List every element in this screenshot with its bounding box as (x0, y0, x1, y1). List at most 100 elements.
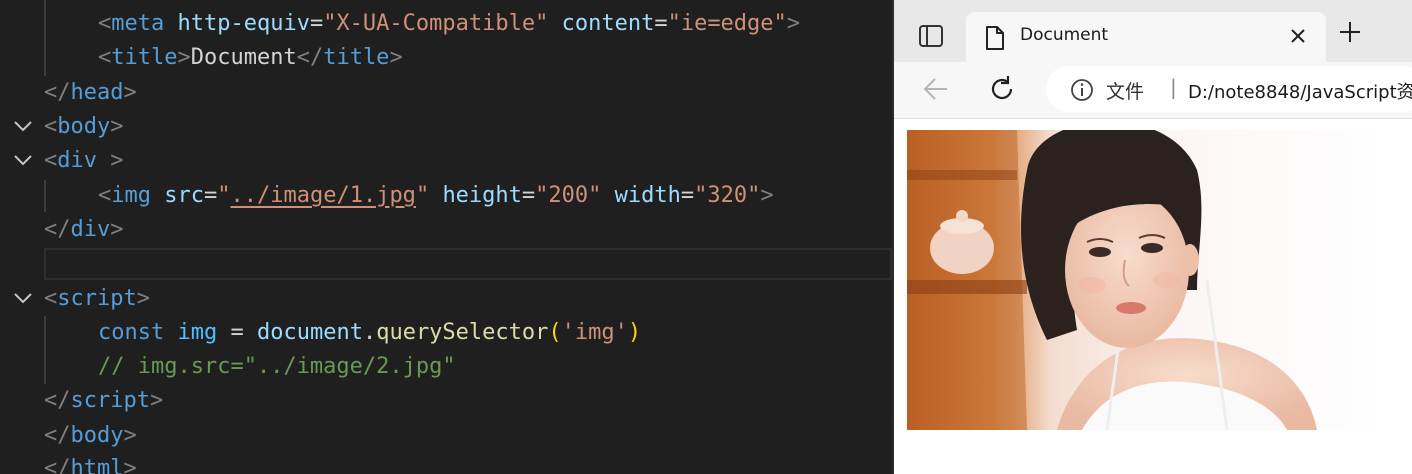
operator: = (230, 320, 244, 345)
punct: </ (44, 456, 71, 474)
punct: </ (44, 388, 71, 413)
tag-name: body (57, 114, 111, 139)
tab-strip: Document (894, 0, 1412, 62)
punct: < (44, 114, 58, 139)
attr-value: "320" (694, 183, 761, 208)
code-line[interactable]: <div > (0, 144, 892, 178)
attr-name: src (164, 183, 204, 208)
tag-name: html (70, 456, 124, 474)
tab-actions-icon[interactable] (908, 16, 952, 56)
punct: > (177, 45, 191, 70)
chevron-down-icon[interactable] (12, 282, 34, 316)
punct: </ (44, 423, 71, 448)
attr-name: height (442, 183, 522, 208)
punct: < (44, 286, 58, 311)
keyword: const (98, 320, 165, 345)
code-line[interactable]: const img = document.querySelector('img'… (0, 316, 892, 350)
tag-name: title (323, 45, 390, 70)
punct: > (97, 148, 124, 173)
back-arrow-icon[interactable] (922, 76, 950, 106)
code-line[interactable]: <img src="../image/1.jpg" height="200" w… (0, 179, 892, 213)
code-line[interactable]: // img.src="../image/2.jpg" (0, 350, 892, 384)
tag-name: img (111, 183, 151, 208)
code-line[interactable]: </html> (0, 452, 892, 474)
tag-name: div (57, 148, 97, 173)
punct: < (44, 148, 58, 173)
punct: < (98, 183, 112, 208)
punct: = (680, 183, 695, 208)
paren: ( (548, 320, 562, 345)
current-line-highlight (44, 248, 892, 280)
tag-name: meta (111, 11, 165, 36)
code-line[interactable]: <meta http-equiv="X-UA-Compatible" conte… (0, 7, 892, 41)
punct: > (760, 183, 774, 208)
chevron-down-icon[interactable] (12, 110, 34, 144)
close-icon[interactable] (1288, 26, 1308, 50)
plus-icon[interactable] (1338, 20, 1362, 48)
code-line[interactable]: </script> (0, 384, 892, 418)
browser-window: Document 文件 | D:/note8848/JavaScript资 (892, 0, 1412, 474)
code-line[interactable]: <script> (0, 282, 892, 316)
attr-name: width (614, 183, 681, 208)
punct: < (98, 11, 112, 36)
code-editor[interactable]: <meta http-equiv="X-UA-Compatible" conte… (0, 0, 892, 474)
code-line[interactable]: </body> (0, 419, 892, 453)
punct: </ (44, 217, 71, 242)
quote: " (217, 183, 231, 208)
tag-name: head (70, 80, 124, 105)
punct: > (110, 217, 124, 242)
object: document (256, 320, 363, 345)
punct: = (654, 11, 668, 36)
browser-toolbar: 文件 | D:/note8848/JavaScript资 (894, 62, 1412, 119)
url-text[interactable]: D:/note8848/JavaScript资 (1188, 78, 1412, 104)
info-icon[interactable] (1070, 78, 1094, 106)
quote: " (415, 183, 430, 208)
rendered-image (907, 130, 1387, 430)
code-line[interactable]: </head> (0, 76, 892, 110)
tag-name: script (57, 286, 137, 311)
comment: // img.src="../image/2.jpg" (98, 354, 456, 379)
text-content: Document (190, 45, 297, 70)
variable: img (177, 320, 218, 345)
tag-name: title (111, 45, 178, 70)
paren: ) (627, 320, 642, 345)
browser-tab[interactable]: Document (966, 12, 1326, 62)
punct: > (389, 45, 403, 70)
attr-name: content (561, 11, 655, 36)
attr-name: http-equiv (177, 11, 310, 36)
document-icon (984, 25, 1006, 55)
src-link[interactable]: ../image/1.jpg (231, 183, 416, 208)
punct: > (123, 423, 137, 448)
attr-value: "200" (535, 183, 602, 208)
tab-title: Document (1020, 25, 1109, 45)
chevron-down-icon[interactable] (12, 144, 34, 178)
tag-name: script (70, 388, 150, 413)
page-viewport (894, 119, 1412, 474)
punct: > (786, 11, 801, 36)
punct: < (98, 45, 112, 70)
punct: = (521, 183, 536, 208)
tag-name: div (70, 217, 111, 242)
code-line[interactable]: <title>Document</title> (0, 41, 892, 75)
function-name: querySelector (376, 320, 549, 345)
attr-value: "X-UA-Compatible" (323, 11, 549, 36)
punct: > (136, 286, 150, 311)
tag-name: body (70, 423, 124, 448)
punct: </ (44, 80, 71, 105)
attr-value: "ie=edge" (667, 11, 787, 36)
url-scheme-label: 文件 (1106, 81, 1145, 103)
punct: > (123, 80, 137, 105)
url-separator: | (1170, 75, 1177, 99)
punct: > (149, 388, 164, 413)
punct: = (309, 11, 324, 36)
code-line[interactable]: <body> (0, 110, 892, 144)
punct: . (362, 320, 377, 345)
punct: > (123, 456, 137, 474)
punct: = (204, 183, 218, 208)
punct: </ (296, 45, 324, 70)
punct: > (110, 114, 124, 139)
address-bar[interactable]: 文件 | D:/note8848/JavaScript资 (1046, 66, 1412, 112)
string: 'img' (561, 320, 628, 345)
reload-icon[interactable] (988, 75, 1016, 107)
code-line[interactable]: </div> (0, 213, 892, 247)
